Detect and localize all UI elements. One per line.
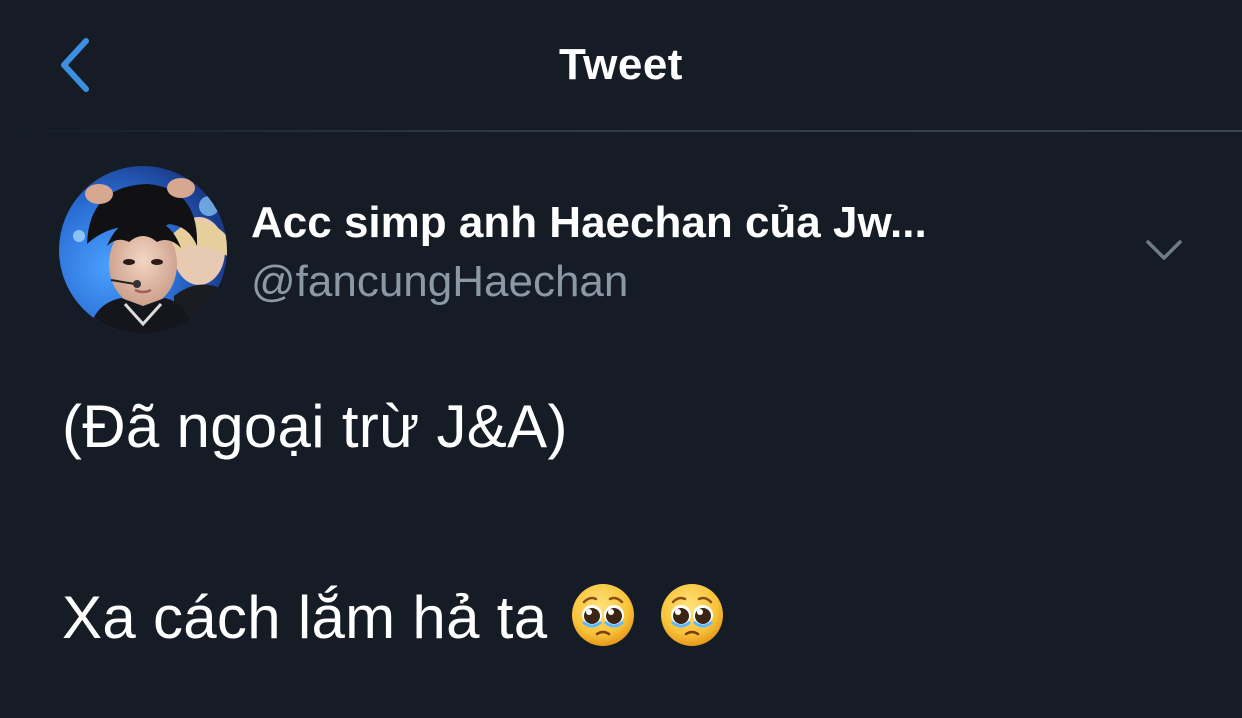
pleading-face-emoji-2 [661,584,724,646]
author-display-name[interactable]: Acc simp anh Haechan của Jw... [251,198,927,248]
tweet-detail-screen: Tweet Acc simp anh Haechan của Jw... @fa… [0,0,1242,718]
author-handle[interactable]: @fancungHaechan [251,257,628,307]
tweet-options-button[interactable] [1140,228,1188,272]
navigation-header: Tweet [0,0,1242,132]
avatar-image [59,166,227,334]
tweet-text-line-2-text: Xa cách lắm hả ta [62,584,548,651]
chevron-down-icon [1146,240,1182,260]
page-title: Tweet [559,40,683,89]
tweet-text-line-2: Xa cách lắm hả ta [62,582,725,652]
tweet-text-line-1: (Đã ngoại trừ J&A) [62,393,568,460]
author-avatar[interactable] [59,166,227,334]
pleading-face-emoji-1 [572,584,635,646]
header-divider [0,130,1242,132]
